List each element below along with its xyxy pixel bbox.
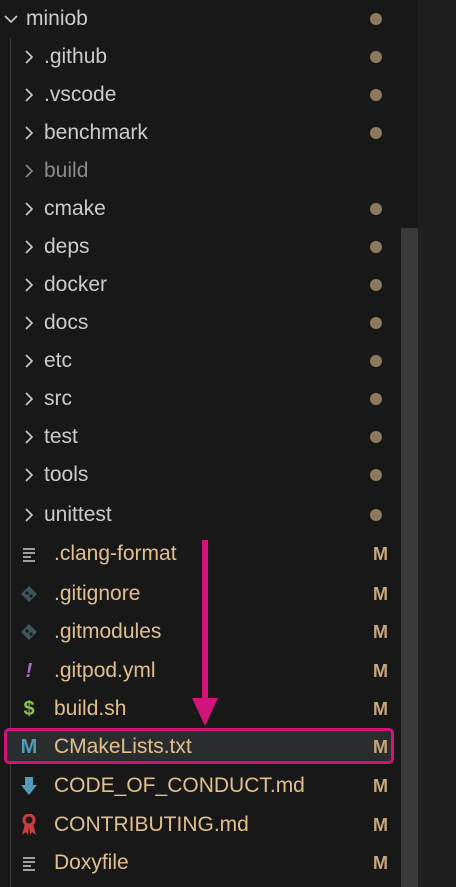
lines-icon xyxy=(16,851,42,875)
git-status-modified: M xyxy=(373,775,388,796)
folder-label: docs xyxy=(44,311,89,334)
file-label: CODE_OF_CONDUCT.md xyxy=(54,774,305,797)
folder-label: deps xyxy=(44,235,90,258)
folder-label: src xyxy=(44,387,72,410)
git-status-dot xyxy=(370,304,388,342)
git-status-modified: M xyxy=(373,814,388,835)
tree-folder-build[interactable]: build xyxy=(18,152,400,190)
chevron-right-icon[interactable] xyxy=(18,464,40,486)
chevron-right-icon[interactable] xyxy=(18,504,40,526)
git-icon xyxy=(16,620,42,644)
annotation-arrow-icon xyxy=(192,540,218,726)
tree-folder-src[interactable]: src xyxy=(18,380,400,418)
file-label: build.sh xyxy=(54,697,127,720)
git-status-modified: M xyxy=(373,583,388,604)
tree-file-cmakelists[interactable]: M CMakeLists.txt M xyxy=(16,728,400,766)
git-status-dot xyxy=(370,38,388,76)
git-status-modified: M xyxy=(373,736,388,757)
explorer-panel: miniob .github .vscode benchmark build c… xyxy=(0,0,418,887)
git-status-dot xyxy=(370,380,388,418)
git-status-dot xyxy=(370,456,388,494)
tree-folder-unittest[interactable]: unittest xyxy=(18,496,400,534)
tree-file-doxyfile[interactable]: Doxyfile M xyxy=(16,844,400,882)
git-status-modified: M xyxy=(373,698,388,719)
file-label: CMakeLists.txt xyxy=(54,735,192,758)
chevron-right-icon[interactable] xyxy=(18,122,40,144)
chevron-right-icon[interactable] xyxy=(18,312,40,334)
git-status-dot xyxy=(370,114,388,152)
git-status-modified: M xyxy=(373,660,388,681)
chevron-right-icon[interactable] xyxy=(18,198,40,220)
file-label: .clang-format xyxy=(54,542,177,565)
chevron-right-icon[interactable] xyxy=(18,274,40,296)
git-status-dot xyxy=(370,342,388,380)
file-label: Doxyfile xyxy=(54,851,129,874)
editor-area-edge xyxy=(418,0,456,887)
chevron-down-icon[interactable] xyxy=(0,8,22,30)
folder-label: test xyxy=(44,425,78,448)
tree-folder-benchmark[interactable]: benchmark xyxy=(18,114,400,152)
ribbon-icon xyxy=(16,813,42,837)
git-status-dot xyxy=(370,266,388,304)
tree-folder-docker[interactable]: docker xyxy=(18,266,400,304)
folder-label: .vscode xyxy=(44,83,117,106)
chevron-right-icon[interactable] xyxy=(18,236,40,258)
tree-folder-deps[interactable]: deps xyxy=(18,228,400,266)
tree-folder-docs[interactable]: docs xyxy=(18,304,400,342)
git-status-dot xyxy=(370,418,388,456)
tree-file-contributing[interactable]: CONTRIBUTING.md M xyxy=(16,806,400,844)
file-label: .gitignore xyxy=(54,582,141,605)
tree-root-label: miniob xyxy=(26,7,88,30)
tree-root-miniob[interactable]: miniob xyxy=(0,0,400,38)
folder-label: tools xyxy=(44,463,89,486)
tree-folder-vscode[interactable]: .vscode xyxy=(18,76,400,114)
folder-label: cmake xyxy=(44,197,106,220)
chevron-right-icon[interactable] xyxy=(18,350,40,372)
dollar-icon: $ xyxy=(23,697,35,720)
folder-label: .github xyxy=(44,45,108,68)
tree-folder-tools[interactable]: tools xyxy=(18,456,400,494)
chevron-right-icon[interactable] xyxy=(18,46,40,68)
folder-label: benchmark xyxy=(44,121,148,144)
git-status-dot xyxy=(370,76,388,114)
exclamation-icon: ! xyxy=(25,659,33,682)
tree-folder-cmake[interactable]: cmake xyxy=(18,190,400,228)
chevron-right-icon[interactable] xyxy=(18,84,40,106)
chevron-right-icon[interactable] xyxy=(18,388,40,410)
file-label: .gitmodules xyxy=(54,620,162,643)
git-icon xyxy=(16,582,42,606)
folder-label: etc xyxy=(44,349,73,372)
git-status-dot xyxy=(370,0,388,38)
explorer-scrollbar[interactable] xyxy=(401,228,418,887)
git-status-modified: M xyxy=(373,621,388,642)
folder-label: unittest xyxy=(44,503,112,526)
git-status-modified: M xyxy=(373,543,388,564)
cmake-m-icon: M xyxy=(20,735,38,758)
folder-label: docker xyxy=(44,273,108,296)
git-status-dot xyxy=(370,190,388,228)
file-label: .gitpod.yml xyxy=(54,659,156,682)
tree-folder-etc[interactable]: etc xyxy=(18,342,400,380)
tree-folder-github[interactable]: .github xyxy=(18,38,400,76)
git-status-dot xyxy=(370,228,388,266)
chevron-right-icon[interactable] xyxy=(18,426,40,448)
markdown-arrow-icon xyxy=(16,774,42,798)
folder-label: build xyxy=(44,159,89,182)
chevron-right-icon[interactable] xyxy=(18,160,40,182)
tree-file-code-of-conduct[interactable]: CODE_OF_CONDUCT.md M xyxy=(16,767,400,805)
git-status-dot xyxy=(370,496,388,534)
file-label: CONTRIBUTING.md xyxy=(54,813,249,836)
git-status-modified: M xyxy=(373,852,388,873)
lines-icon xyxy=(16,542,42,566)
tree-folder-test[interactable]: test xyxy=(18,418,400,456)
